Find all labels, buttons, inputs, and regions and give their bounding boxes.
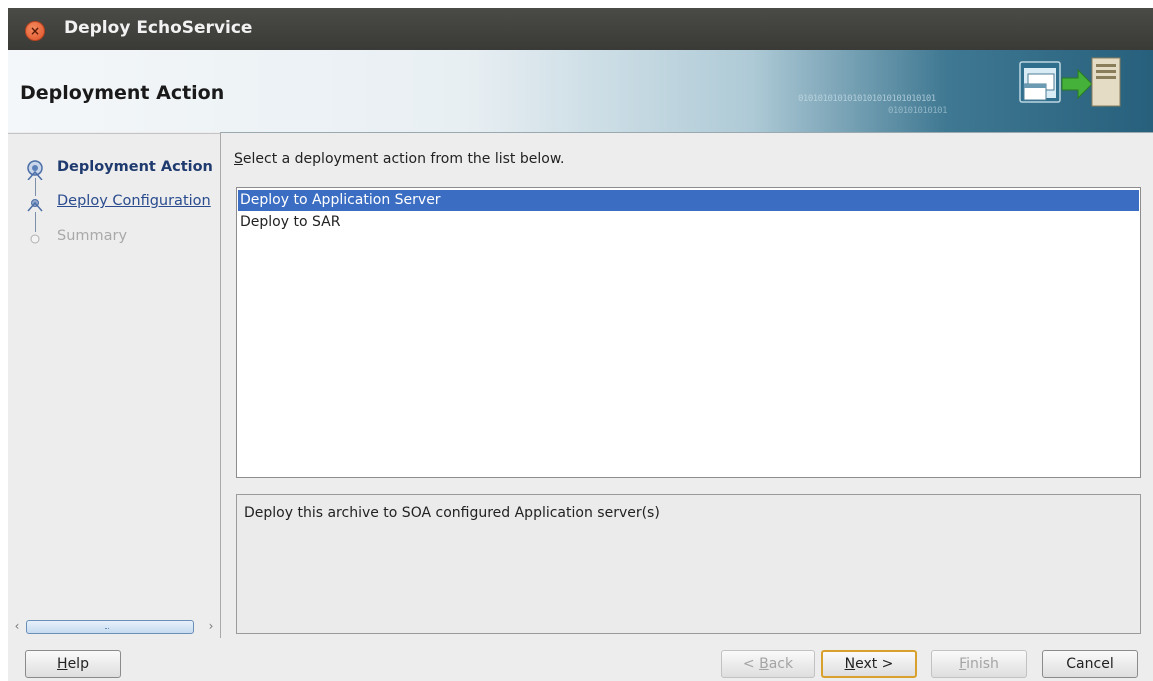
wizard-steps-panel: Deployment Action Deploy Configuration S…	[8, 132, 221, 638]
banner-binary-decoration: 0101010101010101010101010101	[798, 94, 936, 104]
close-icon: ×	[29, 24, 41, 38]
help-button[interactable]: Help	[25, 650, 121, 678]
page-title: Deployment Action	[20, 82, 225, 104]
finish-button[interactable]: Finish	[931, 650, 1027, 678]
pending-step-icon	[27, 199, 43, 212]
step-summary: Summary	[8, 225, 220, 249]
step-label: Deployment Action	[57, 159, 213, 175]
scrollbar-grip	[105, 625, 109, 629]
scroll-right-icon[interactable]: ›	[204, 618, 218, 634]
window-title: Deploy EchoService	[64, 18, 253, 38]
disabled-step-icon	[30, 234, 40, 244]
cancel-button[interactable]: Cancel	[1042, 650, 1138, 678]
scrollbar-thumb[interactable]	[26, 620, 194, 634]
wizard-header: Deployment Action 0101010101010101010101…	[8, 50, 1153, 133]
current-step-icon	[27, 160, 43, 180]
steps-horizontal-scrollbar[interactable]: ‹ ›	[10, 618, 218, 634]
back-button[interactable]: < Back	[721, 650, 815, 678]
title-bar: × Deploy EchoService	[8, 8, 1153, 50]
step-deployment-action[interactable]: Deployment Action	[8, 156, 220, 180]
deployment-action-list[interactable]: Deploy to Application Server Deploy to S…	[236, 187, 1141, 478]
deploy-dialog: × Deploy EchoService Deployment Action 0…	[8, 8, 1153, 681]
scroll-left-icon[interactable]: ‹	[10, 618, 24, 634]
list-item-deploy-to-application-server[interactable]: Deploy to Application Server	[238, 190, 1139, 211]
action-description: Deploy this archive to SOA configured Ap…	[244, 505, 660, 521]
instruction-text: Select a deployment action from the list…	[234, 151, 565, 167]
step-deploy-configuration[interactable]: Deploy Configuration	[8, 190, 220, 214]
list-item-deploy-to-sar[interactable]: Deploy to SAR	[238, 212, 1139, 233]
step-label: Summary	[57, 228, 128, 244]
deployment-server-icon	[1019, 57, 1121, 107]
action-description-panel: Deploy this archive to SOA configured Ap…	[236, 494, 1141, 634]
steps-divider	[8, 133, 220, 134]
banner-binary-decoration-2: 010101010101	[888, 106, 948, 116]
next-button[interactable]: Next >	[821, 650, 917, 678]
close-window-button[interactable]: ×	[25, 21, 45, 41]
step-label: Deploy Configuration	[57, 193, 211, 209]
